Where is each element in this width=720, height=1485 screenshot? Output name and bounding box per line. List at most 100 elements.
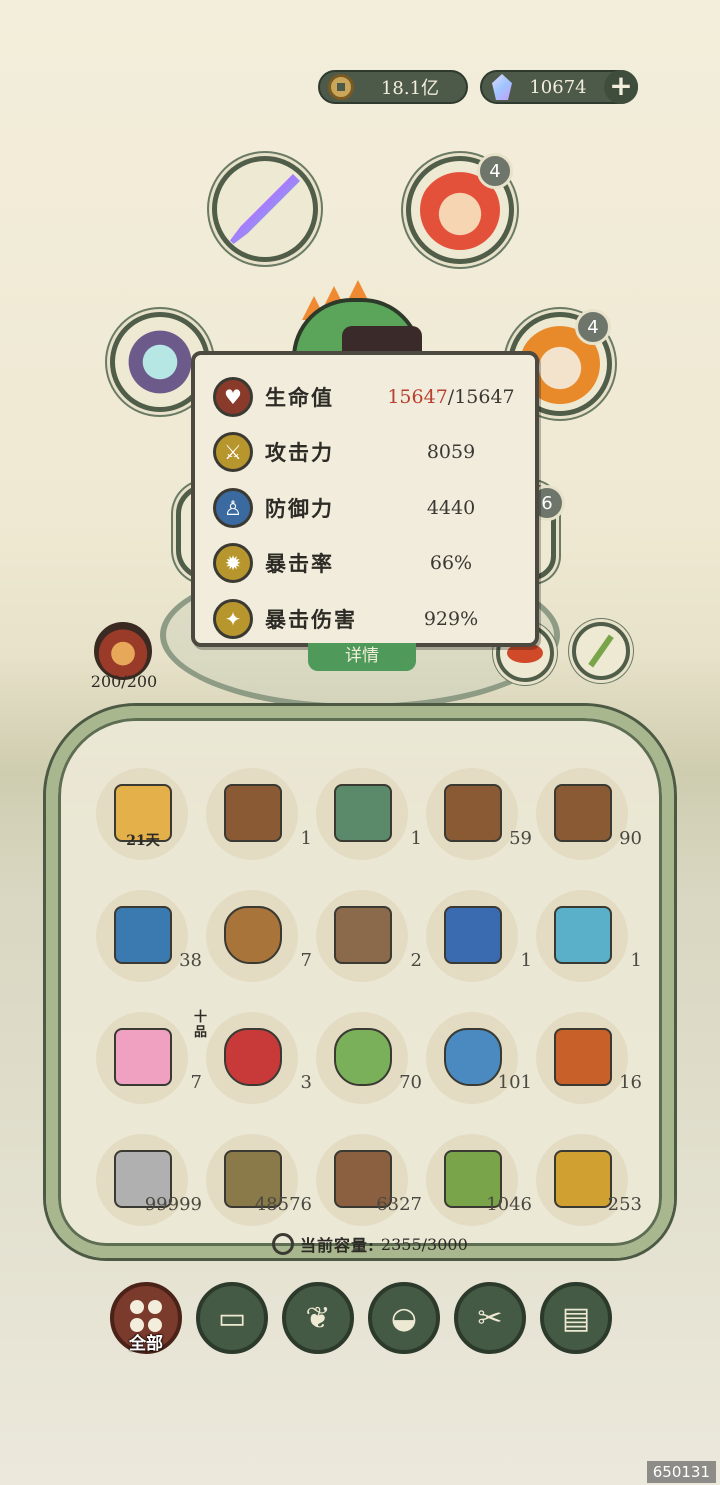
capacity-label: 当前容量: [300, 1236, 375, 1255]
green-bag-item-icon [334, 1028, 392, 1086]
inventory-slot[interactable]: 7 [96, 1012, 206, 1122]
tab-herbs[interactable]: ❦ [282, 1282, 354, 1354]
copper-amount: 18.1亿 [380, 78, 440, 99]
bag-capacity: 当前容量: 2355/3000 [272, 1232, 468, 1256]
hp-current: 15647 [387, 385, 448, 408]
gem-amount: 10674 [529, 76, 587, 98]
item-grade: 十品 [194, 1010, 208, 1040]
stat-label: 暴击伤害 [265, 606, 357, 632]
tab-food[interactable]: ◒ [368, 1282, 440, 1354]
item-duration: 21天 [126, 833, 160, 849]
add-gems-button[interactable]: + [604, 70, 638, 104]
defense-icon: ♙ [213, 487, 253, 528]
log-icon: ▭ [217, 1300, 247, 1336]
herb-item-icon [554, 1150, 612, 1208]
crit-damage-icon: ✦ [213, 598, 253, 639]
capacity-value: 2355/3000 [380, 1234, 468, 1254]
stat-label: 暴击率 [265, 551, 334, 577]
cloth-bag-item-icon [224, 906, 282, 964]
berries-item-icon [224, 1028, 282, 1086]
inventory-slot[interactable]: 90 [536, 768, 646, 878]
token-item-icon [554, 1028, 612, 1086]
item-count: 70 [399, 1072, 422, 1093]
stats-panel: ♥ 生命值 15647/15647 ⚔ 攻击力 8059 ♙ 防御力 4440 … [191, 351, 539, 647]
leaf-icon: ❦ [305, 1300, 331, 1336]
stat-label: 防御力 [265, 495, 334, 521]
capacity-icon [272, 1233, 294, 1255]
tab-fragments[interactable]: ✂ [454, 1282, 526, 1354]
inventory-slot[interactable]: 7 [206, 890, 316, 1000]
stat-label: 生命值 [265, 384, 334, 410]
inventory-slot[interactable]: 38 [96, 890, 206, 1000]
inventory-slot[interactable]: 101 [426, 1012, 536, 1122]
item-count: 90 [619, 828, 642, 849]
tab-all[interactable]: 全部 [110, 1282, 182, 1354]
scroll-icon: ▤ [561, 1300, 591, 1336]
inventory-slot[interactable]: 1 [426, 890, 536, 1000]
stat-hp: ♥ 生命值 15647/15647 [213, 369, 517, 425]
detail-button[interactable]: 详情 [308, 643, 416, 671]
inventory-slot[interactable]: 70 [316, 1012, 426, 1122]
stat-crit-damage: ✦ 暴击伤害 929% [213, 591, 517, 647]
armor-icon [120, 322, 200, 402]
grid-dots-icon [130, 1300, 162, 1332]
inventory-slot[interactable]: 99999 [96, 1134, 206, 1244]
gem-icon [492, 74, 512, 100]
inventory-slot[interactable]: 1 [536, 890, 646, 1000]
stat-value: 4440 [426, 496, 476, 519]
slot-badge: 4 [477, 153, 513, 189]
item-count: 16 [619, 1072, 642, 1093]
stat-defense: ♙ 防御力 4440 [213, 480, 517, 536]
copper-currency: 18.1亿 [318, 70, 468, 104]
tab-scrolls[interactable]: ▤ [540, 1282, 612, 1354]
item-count: 38 [179, 950, 202, 971]
inventory-slot[interactable]: 253 [536, 1134, 646, 1244]
inventory-slot[interactable]: 1 [206, 768, 316, 878]
weapon-slot[interactable] [212, 156, 318, 262]
item-count: 1 [520, 950, 532, 971]
coin-icon [328, 74, 354, 100]
blue-bag-item-icon [444, 1028, 502, 1086]
tab-materials[interactable]: ▭ [196, 1282, 268, 1354]
slot-badge: 4 [575, 309, 611, 345]
bamboo-icon [588, 634, 614, 668]
inventory-slot[interactable]: 2 [316, 890, 426, 1000]
inventory-slot[interactable]: 1 [316, 768, 426, 878]
stat-value: 929% [423, 607, 479, 630]
chest-item-icon [224, 784, 282, 842]
item-count: 7 [190, 1072, 202, 1093]
helmet-slot[interactable]: 4 [406, 153, 514, 264]
item-count: 253 [607, 1194, 642, 1215]
item-count: 59 [509, 828, 532, 849]
item-count: 7 [300, 950, 312, 971]
chest-item-icon [554, 784, 612, 842]
inventory-slot[interactable]: 1046 [426, 1134, 536, 1244]
inventory-slot[interactable]: 48576 [206, 1134, 316, 1244]
blue-talisman-item-icon [444, 906, 502, 964]
stat-value: 15647/15647 [385, 386, 517, 408]
inventory-slot[interactable]: 59 [426, 768, 536, 878]
item-count: 2 [410, 950, 422, 971]
lotus-item-icon [114, 1028, 172, 1086]
tab-all-label: 全部 [129, 1334, 163, 1354]
inventory-slot[interactable]: 21天 [96, 768, 206, 878]
plate-item-icon [334, 906, 392, 964]
item-count: 1 [630, 950, 642, 971]
inventory-slot[interactable]: 6327 [316, 1134, 426, 1244]
fish-item-icon [554, 906, 612, 964]
sword-icon [230, 174, 300, 244]
fragment-icon: ✂ [477, 1300, 503, 1336]
attack-icon: ⚔ [213, 432, 253, 473]
stat-value: 8059 [426, 441, 476, 464]
stat-value: 66% [429, 552, 473, 575]
item-count: 3 [300, 1072, 312, 1093]
item-count: 1 [300, 828, 312, 849]
inventory-slot[interactable]: 3 十品 [194, 1010, 316, 1122]
heart-icon: ♥ [213, 376, 253, 417]
item-count: 1 [410, 828, 422, 849]
inventory-slot[interactable]: 16 [536, 1012, 646, 1122]
watermark: 650131 [646, 1461, 716, 1483]
crit-rate-icon: ✹ [213, 543, 253, 584]
bamboo-slot[interactable] [572, 622, 630, 680]
stat-attack: ⚔ 攻击力 8059 [213, 425, 517, 481]
